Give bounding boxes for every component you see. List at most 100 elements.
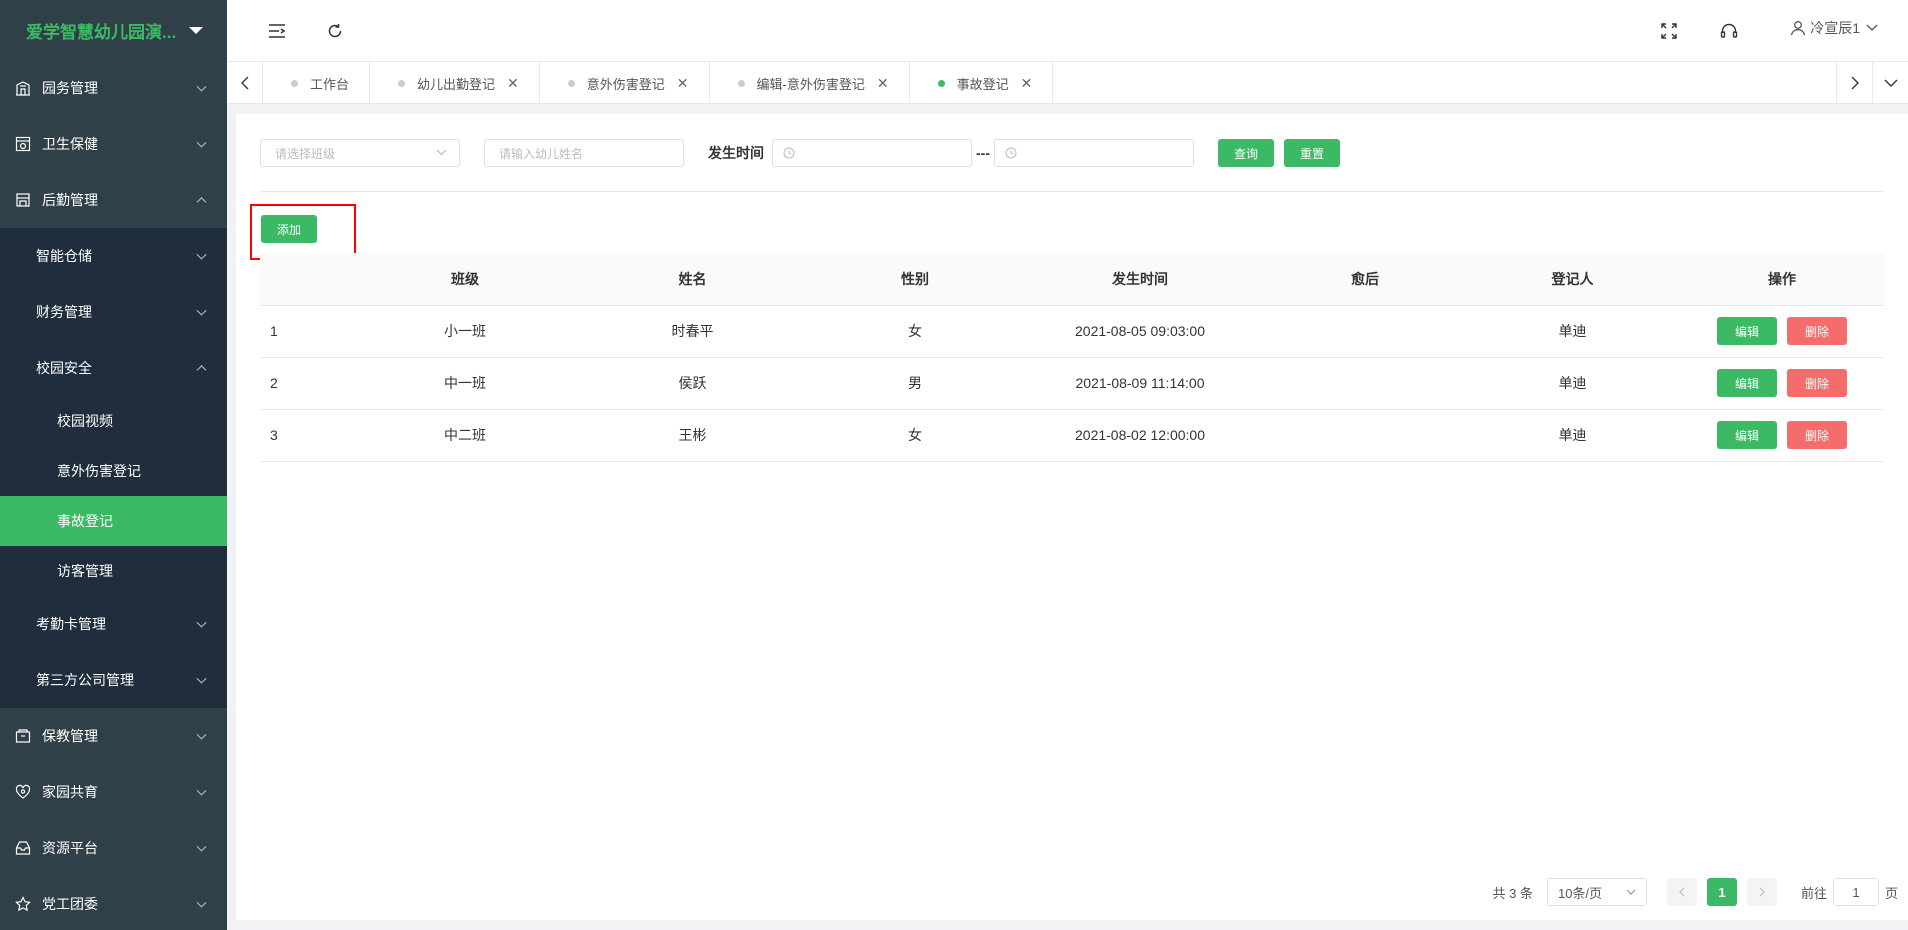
close-icon[interactable]: ✕ — [1021, 75, 1033, 92]
tab-status-dot — [737, 79, 745, 87]
heart-icon — [14, 783, 32, 801]
cell-index: 2 — [260, 357, 360, 410]
close-icon[interactable]: ✕ — [877, 75, 889, 92]
cell-actions: 编辑 删除 — [1680, 409, 1884, 462]
time-separator: --- — [976, 145, 990, 161]
chevron-right-icon — [1759, 887, 1765, 897]
chevron-down-icon — [196, 249, 207, 260]
sidebar-item-label: 第三方公司管理 — [36, 672, 134, 688]
sidebar-item-label: 事故登记 — [57, 513, 113, 529]
building-icon — [14, 79, 32, 97]
tab-edit-injury-register[interactable]: 编辑-意外伤害登记 ✕ — [710, 62, 910, 104]
cell-class: 中二班 — [360, 409, 570, 462]
cell-recovery — [1265, 409, 1465, 462]
sidebar-item-party[interactable]: 党工团委 — [0, 876, 227, 930]
chevron-left-icon — [240, 76, 249, 90]
page-size-value: 10条/页 — [1557, 885, 1603, 901]
prev-page-button[interactable] — [1666, 878, 1697, 906]
goto-page-input[interactable]: 1 — [1832, 878, 1879, 906]
fullscreen-icon[interactable] — [1659, 21, 1679, 41]
sidebar-item-warehouse[interactable]: 智能仓储 — [0, 228, 227, 284]
chevron-down-icon — [436, 149, 447, 156]
health-icon — [14, 135, 32, 153]
sidebar-item-home-school[interactable]: 家园共育 — [0, 764, 227, 820]
end-time-picker[interactable] — [994, 139, 1194, 167]
sidebar-item-label: 家园共育 — [42, 784, 98, 800]
goto-suffix: 页 — [1884, 885, 1898, 901]
refresh-icon[interactable] — [325, 21, 345, 41]
menu-fold-icon[interactable] — [267, 21, 287, 41]
edit-button[interactable]: 编辑 — [1717, 421, 1777, 449]
sidebar-item-campus-affairs[interactable]: 园务管理 — [0, 60, 227, 116]
reset-button[interactable]: 重置 — [1284, 139, 1340, 167]
page-number-current[interactable]: 1 — [1706, 878, 1737, 906]
delete-button[interactable]: 删除 — [1787, 369, 1847, 397]
delete-button[interactable]: 删除 — [1787, 421, 1847, 449]
tab-injury-register[interactable]: 意外伤害登记 ✕ — [540, 62, 710, 104]
close-icon[interactable]: ✕ — [677, 75, 689, 92]
cell-index: 3 — [260, 409, 360, 462]
tab-dropdown[interactable] — [1872, 62, 1908, 104]
cell-name: 时春平 — [570, 305, 815, 358]
sidebar-item-campus-safety[interactable]: 校园安全 — [0, 340, 227, 396]
col-registrar: 登记人 — [1465, 253, 1680, 306]
cell-class: 中一班 — [360, 357, 570, 410]
chevron-down-icon — [196, 897, 207, 908]
cell-registrar: 单迪 — [1465, 357, 1680, 410]
tab-scroll-right[interactable] — [1836, 62, 1872, 104]
tab-attendance-register[interactable]: 幼儿出勤登记 ✕ — [370, 62, 540, 104]
sidebar-item-campus-video[interactable]: 校园视频 — [0, 396, 227, 446]
start-time-picker[interactable] — [772, 139, 972, 167]
sidebar-item-attendance-card[interactable]: 考勤卡管理 — [0, 596, 227, 652]
chevron-down-icon — [196, 729, 207, 740]
sidebar-item-third-party[interactable]: 第三方公司管理 — [0, 652, 227, 708]
time-label: 发生时间 — [708, 145, 764, 161]
next-page-button[interactable] — [1746, 878, 1777, 906]
child-name-input[interactable]: 请输入幼儿姓名 — [484, 139, 684, 167]
add-button[interactable]: 添加 — [261, 215, 317, 243]
sidebar-item-visitor[interactable]: 访客管理 — [0, 546, 227, 596]
main-panel: 请选择班级 请输入幼儿姓名 发生时间 --- 查询 重置 添加 班级 姓名 性别… — [236, 114, 1908, 920]
user-name: 冷宣辰1 — [1810, 20, 1860, 36]
cell-actions: 编辑 删除 — [1680, 357, 1884, 410]
chevron-up-icon — [196, 197, 207, 208]
edit-button[interactable]: 编辑 — [1717, 317, 1777, 345]
chevron-down-icon — [1866, 24, 1878, 32]
query-button[interactable]: 查询 — [1218, 139, 1274, 167]
col-gender: 性别 — [815, 253, 1015, 306]
delete-button[interactable]: 删除 — [1787, 317, 1847, 345]
sidebar-item-accident-register[interactable]: 事故登记 — [0, 496, 227, 546]
tab-workbench[interactable]: 工作台 — [263, 62, 371, 104]
class-select[interactable]: 请选择班级 — [260, 139, 460, 167]
divider — [260, 191, 1884, 192]
caret-down-icon — [189, 26, 203, 34]
cell-name: 王彬 — [570, 409, 815, 462]
resource-icon — [14, 839, 32, 857]
sidebar-item-label: 党工团委 — [42, 896, 98, 912]
tab-status-dot — [567, 79, 575, 87]
tab-accident-register[interactable]: 事故登记 ✕ — [910, 62, 1054, 104]
close-icon[interactable]: ✕ — [507, 75, 519, 92]
table-row: 2 中一班 侯跃 男 2021-08-09 11:14:00 单迪 编辑 删除 — [260, 357, 1884, 410]
user-menu[interactable]: 冷宣辰1 — [1790, 18, 1878, 38]
chevron-right-icon — [1851, 76, 1859, 90]
sidebar-item-finance[interactable]: 财务管理 — [0, 284, 227, 340]
cell-actions: 编辑 删除 — [1680, 305, 1884, 358]
edit-button[interactable]: 编辑 — [1717, 369, 1777, 397]
sidebar-item-logistics[interactable]: 后勤管理 — [0, 172, 227, 228]
app-title-dropdown[interactable]: 爱学智慧幼儿园演... — [0, 0, 227, 60]
chevron-down-icon — [196, 137, 207, 148]
submenu-logistics: 智能仓储 财务管理 校园安全 校园视频 意外伤害登记 事故登记 访客管理 考勤卡… — [0, 228, 227, 708]
child-name-placeholder: 请输入幼儿姓名 — [499, 146, 584, 161]
page-size-select[interactable]: 10条/页 — [1546, 878, 1647, 906]
headset-icon[interactable] — [1719, 21, 1739, 41]
tab-scroll-left[interactable] — [227, 62, 263, 104]
sidebar-item-label: 校园视频 — [57, 413, 113, 429]
sidebar-item-injury-register[interactable]: 意外伤害登记 — [0, 446, 227, 496]
sidebar-item-resource[interactable]: 资源平台 — [0, 820, 227, 876]
top-bar: 冷宣辰1 — [227, 0, 1908, 62]
sidebar-item-education[interactable]: 保教管理 — [0, 708, 227, 764]
sidebar-item-label: 访客管理 — [57, 563, 113, 579]
chevron-down-icon — [1626, 889, 1636, 895]
sidebar-item-health[interactable]: 卫生保健 — [0, 116, 227, 172]
